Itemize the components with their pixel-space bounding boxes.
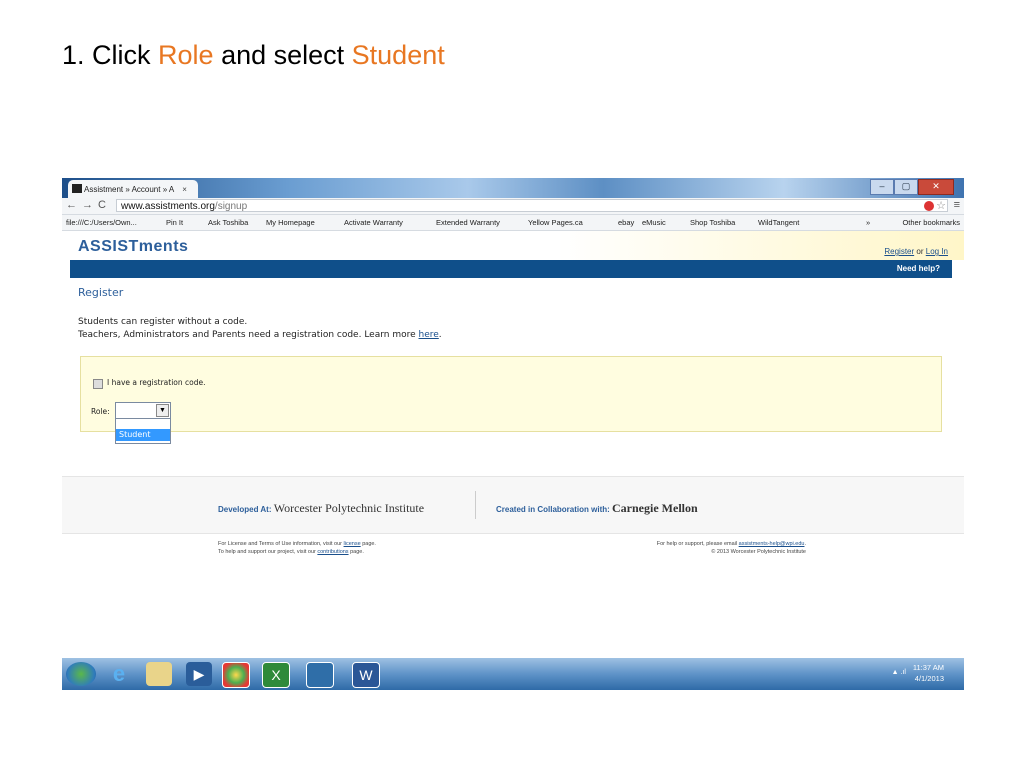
slide-title: 1. Click Role and select Student bbox=[62, 40, 445, 71]
window-controls: – ▢ ✕ bbox=[870, 179, 954, 195]
title-student-highlight: Student bbox=[351, 40, 445, 70]
bookmark-item[interactable]: Pin It bbox=[166, 218, 183, 227]
collaboration: Created in Collaboration with: Carnegie … bbox=[496, 501, 698, 516]
support-pre: For help or support, please email bbox=[656, 541, 739, 547]
info-students: Students can register without a code. bbox=[78, 317, 248, 327]
system-clock[interactable]: 11:37 AM 4/1/2013 bbox=[913, 662, 944, 684]
start-button-icon[interactable] bbox=[66, 662, 96, 686]
window-titlebar: Assistment » Account » A × – ▢ ✕ bbox=[62, 178, 964, 198]
url-path: /signup bbox=[214, 201, 248, 212]
role-option-student[interactable]: Student bbox=[116, 429, 170, 441]
wpi-logo-text: Worcester Polytechnic Institute bbox=[273, 501, 425, 515]
site-logo[interactable]: ASSISTments bbox=[78, 238, 188, 256]
footer-license-info: For License and Terms of Use information… bbox=[218, 540, 376, 556]
title-role-highlight: Role bbox=[158, 40, 214, 70]
contributions-line: To help and support our project, visit o… bbox=[218, 548, 376, 556]
internet-explorer-icon[interactable]: e bbox=[106, 662, 132, 686]
excel-icon[interactable]: X bbox=[262, 662, 290, 688]
info-teachers: Teachers, Administrators and Parents nee… bbox=[78, 330, 442, 340]
license-line: For License and Terms of Use information… bbox=[218, 540, 376, 548]
registration-code-checkbox[interactable] bbox=[93, 379, 103, 389]
address-bar-row: ← → C www.assistments.org/signup ☆ ≡ bbox=[62, 198, 964, 215]
close-window-button[interactable]: ✕ bbox=[918, 179, 954, 195]
other-bookmarks-folder[interactable]: Other bookmarks bbox=[902, 218, 960, 227]
url-input[interactable]: www.assistments.org/signup bbox=[116, 199, 948, 212]
bookmark-item[interactable]: eMusic bbox=[642, 218, 666, 227]
bookmark-star-icon[interactable]: ☆ bbox=[936, 199, 946, 212]
clock-date: 4/1/2013 bbox=[914, 674, 944, 683]
contrib-pre: To help and support our project, visit o… bbox=[218, 549, 318, 555]
bookmark-item[interactable]: ebay bbox=[618, 218, 634, 227]
bookmark-item[interactable]: Ask Toshiba bbox=[208, 218, 248, 227]
footer-divider bbox=[475, 491, 476, 519]
role-option-blank[interactable] bbox=[116, 419, 170, 429]
bookmark-item[interactable]: Activate Warranty bbox=[344, 218, 403, 227]
back-arrow-icon[interactable]: ← bbox=[66, 199, 77, 211]
title-part-3: and select bbox=[213, 40, 352, 70]
browser-screenshot: Assistment » Account » A × – ▢ ✕ ← → C w… bbox=[62, 178, 964, 583]
chrome-icon[interactable] bbox=[222, 662, 250, 688]
role-select[interactable]: ▼ bbox=[115, 402, 171, 419]
file-explorer-icon[interactable] bbox=[146, 662, 172, 686]
info-period: . bbox=[438, 330, 442, 340]
tab-close-icon[interactable]: × bbox=[182, 185, 187, 194]
minimize-button[interactable]: – bbox=[870, 179, 894, 195]
media-player-icon[interactable]: ▶ bbox=[186, 662, 212, 686]
site-nav-bar bbox=[70, 260, 952, 278]
forward-arrow-icon[interactable]: → bbox=[82, 199, 93, 211]
role-dropdown-list: Student bbox=[115, 418, 171, 444]
browser-tab[interactable]: Assistment » Account » A × bbox=[68, 180, 198, 198]
license-pre: For License and Terms of Use information… bbox=[218, 541, 344, 547]
menu-icon[interactable]: ≡ bbox=[954, 199, 960, 211]
register-link[interactable]: Register bbox=[884, 247, 914, 256]
need-help-link[interactable]: Need help? bbox=[897, 264, 940, 273]
login-link[interactable]: Log In bbox=[926, 247, 948, 256]
people-app-icon[interactable] bbox=[306, 662, 334, 688]
stop-extension-icon[interactable] bbox=[924, 201, 934, 211]
license-link[interactable]: license bbox=[344, 541, 361, 547]
windows-taskbar: e ▶ X W ▲ .ıl 11:37 AM 4/1/2013 bbox=[62, 658, 964, 690]
contributions-link[interactable]: contributions bbox=[317, 549, 348, 555]
license-post: page. bbox=[360, 541, 376, 547]
title-part-1: 1. Click bbox=[62, 40, 159, 70]
bookmark-item[interactable]: Shop Toshiba bbox=[690, 218, 735, 227]
bookmarks-bar: file:///C:/Users/Own... Pin It Ask Toshi… bbox=[62, 215, 964, 231]
developed-label: Developed At: bbox=[218, 505, 272, 514]
site-footer: Developed At: Worcester Polytechnic Inst… bbox=[62, 476, 964, 534]
developed-at: Developed At: Worcester Polytechnic Inst… bbox=[218, 501, 424, 516]
copyright: © 2013 Worcester Polytechnic Institute bbox=[711, 549, 806, 555]
bookmark-item[interactable]: file:///C:/Users/Own... bbox=[66, 218, 137, 227]
page-title: Register bbox=[78, 286, 124, 299]
registration-form: I have a registration code. Role: ▼ Stud… bbox=[80, 356, 942, 444]
chevron-down-icon[interactable]: ▼ bbox=[156, 404, 169, 417]
support-line: For help or support, please email assist… bbox=[618, 540, 806, 548]
system-tray-icons[interactable]: ▲ .ıl bbox=[892, 669, 906, 676]
support-email-link[interactable]: assistments-help@wpi.edu bbox=[739, 541, 805, 547]
bookmark-item[interactable]: Yellow Pages.ca bbox=[528, 218, 583, 227]
role-label: Role: bbox=[91, 407, 110, 416]
site-header bbox=[62, 231, 964, 260]
footer-support-info: For help or support, please email assist… bbox=[618, 540, 806, 556]
reload-icon[interactable]: C bbox=[98, 199, 106, 211]
collab-label: Created in Collaboration with: bbox=[496, 505, 610, 514]
bookmark-item[interactable]: WildTangent bbox=[758, 218, 799, 227]
contrib-post: page. bbox=[348, 549, 364, 555]
bookmark-item[interactable]: Extended Warranty bbox=[436, 218, 500, 227]
word-icon[interactable]: W bbox=[352, 662, 380, 688]
tab-title: Assistment » Account » A bbox=[84, 184, 175, 194]
learn-more-link[interactable]: here bbox=[419, 330, 439, 340]
bookmarks-more-icon[interactable]: » bbox=[866, 218, 870, 227]
or-text: or bbox=[916, 247, 924, 256]
bookmark-item[interactable]: My Homepage bbox=[266, 218, 315, 227]
info-teachers-text: Teachers, Administrators and Parents nee… bbox=[78, 330, 419, 340]
clock-time: 11:37 AM bbox=[912, 663, 944, 672]
registration-code-label: I have a registration code. bbox=[107, 378, 206, 387]
support-post: . bbox=[804, 541, 806, 547]
maximize-button[interactable]: ▢ bbox=[894, 179, 918, 195]
tab-favicon-icon bbox=[72, 184, 82, 193]
auth-links: Register or Log In bbox=[884, 247, 948, 256]
url-domain: www.assistments.org bbox=[121, 201, 215, 212]
cmu-logo-text: Carnegie Mellon bbox=[612, 501, 698, 515]
